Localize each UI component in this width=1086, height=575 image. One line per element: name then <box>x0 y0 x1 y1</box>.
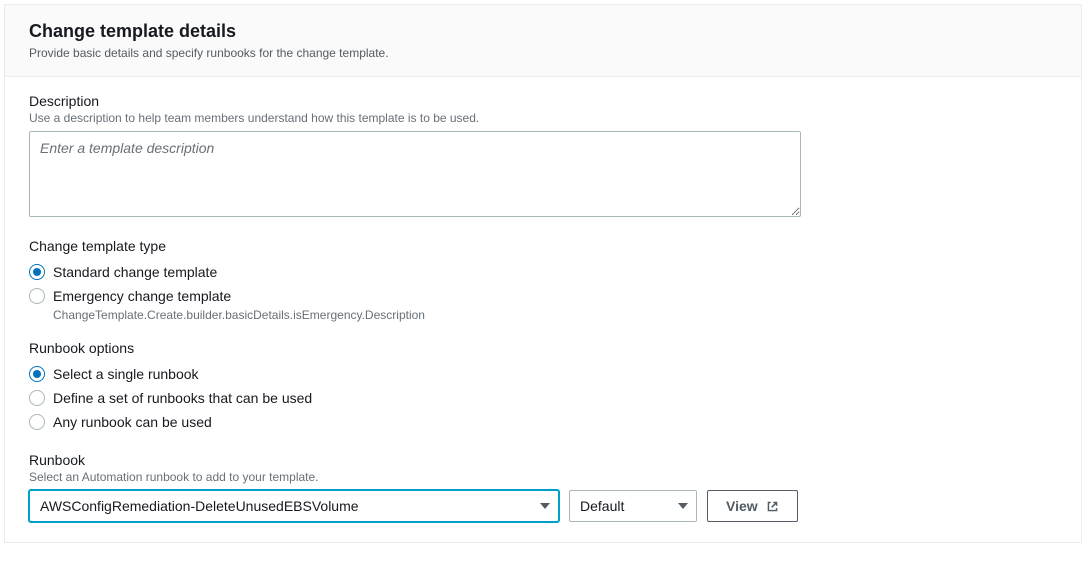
external-link-icon <box>766 500 779 513</box>
template-type-emergency-sublabel: ChangeTemplate.Create.builder.basicDetai… <box>53 308 1057 322</box>
panel-header: Change template details Provide basic de… <box>5 5 1081 77</box>
radio-label: Emergency change template <box>53 288 231 304</box>
panel-title: Change template details <box>29 21 1057 42</box>
panel-body: Description Use a description to help te… <box>5 77 1081 542</box>
radio-label: Standard change template <box>53 264 217 280</box>
panel-subtitle: Provide basic details and specify runboo… <box>29 46 1057 60</box>
template-type-option-standard[interactable]: Standard change template <box>29 260 1057 284</box>
runbook-selector-group: Runbook Select an Automation runbook to … <box>29 452 1057 522</box>
view-button-label: View <box>726 498 758 514</box>
runbook-options-label: Runbook options <box>29 340 1057 356</box>
caret-down-icon <box>540 503 550 509</box>
description-textarea[interactable] <box>29 131 801 217</box>
radio-unselected-icon <box>29 390 45 406</box>
template-type-option-emergency[interactable]: Emergency change template <box>29 284 1057 308</box>
radio-label: Select a single runbook <box>53 366 199 382</box>
runbook-version-select[interactable]: Default <box>569 490 697 522</box>
radio-selected-icon <box>29 366 45 382</box>
description-hint: Use a description to help team members u… <box>29 111 1057 125</box>
caret-down-icon <box>678 503 688 509</box>
template-type-label: Change template type <box>29 238 1057 254</box>
runbook-hint: Select an Automation runbook to add to y… <box>29 470 1057 484</box>
description-label: Description <box>29 93 1057 109</box>
description-field-group: Description Use a description to help te… <box>29 93 1057 220</box>
runbook-row: AWSConfigRemediation-DeleteUnusedEBSVolu… <box>29 490 1057 522</box>
runbook-version-value: Default <box>580 498 624 514</box>
view-runbook-button[interactable]: View <box>707 490 798 522</box>
radio-selected-icon <box>29 264 45 280</box>
runbook-option-any[interactable]: Any runbook can be used <box>29 410 1057 434</box>
radio-label: Define a set of runbooks that can be use… <box>53 390 312 406</box>
runbook-options-group: Runbook options Select a single runbook … <box>29 340 1057 434</box>
radio-unselected-icon <box>29 414 45 430</box>
runbook-option-set[interactable]: Define a set of runbooks that can be use… <box>29 386 1057 410</box>
change-template-details-panel: Change template details Provide basic de… <box>4 4 1082 543</box>
runbook-select[interactable]: AWSConfigRemediation-DeleteUnusedEBSVolu… <box>29 490 559 522</box>
runbook-label: Runbook <box>29 452 1057 468</box>
template-type-group: Change template type Standard change tem… <box>29 238 1057 322</box>
radio-label: Any runbook can be used <box>53 414 212 430</box>
runbook-select-value: AWSConfigRemediation-DeleteUnusedEBSVolu… <box>40 498 359 514</box>
runbook-option-single[interactable]: Select a single runbook <box>29 362 1057 386</box>
radio-unselected-icon <box>29 288 45 304</box>
